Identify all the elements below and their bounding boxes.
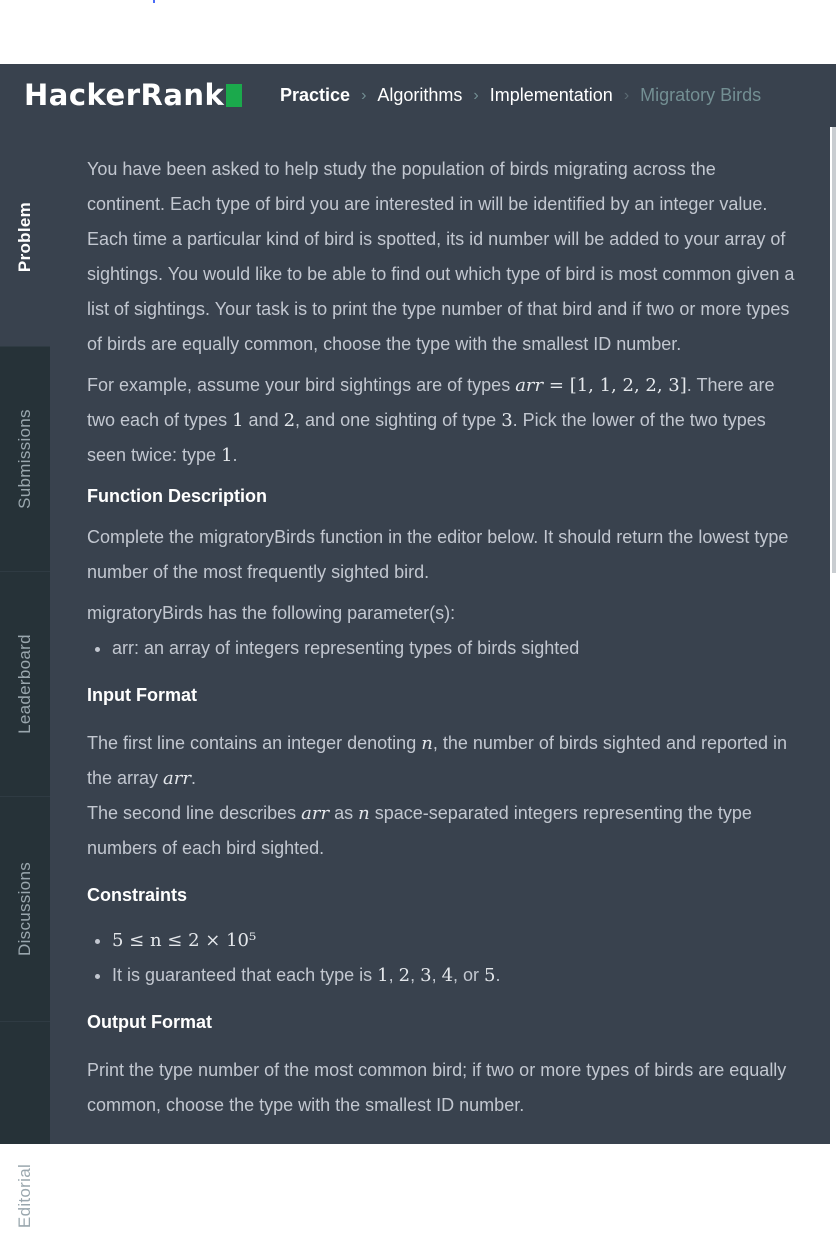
list-item: arr: an array of integers representing t… [112,631,797,666]
input-format-heading: Input Format [87,685,197,705]
constraint-text: . [495,965,501,985]
math-1: 1 [377,965,389,986]
breadcrumb-practice[interactable]: Practice [280,85,350,106]
tab-problem[interactable]: Problem [0,127,50,347]
tab-submissions-label: Submissions [15,408,34,509]
constraint-text: It is guaranteed that each type is [112,965,378,985]
constraint-text: , [388,965,399,985]
tab-leaderboard-label: Leaderboard [15,633,34,734]
constraints-heading: Constraints [87,885,188,905]
breadcrumb: Practice › Algorithms › Implementation ›… [280,64,761,127]
constraint-text: , [431,965,442,985]
tab-discussions[interactable]: Discussions [0,796,50,1022]
constraint-text: , or [453,965,485,985]
math-answer: 1 [221,445,233,466]
input-format-line-1: The first line contains an integer denot… [87,726,797,796]
chevron-right-icon: › [473,86,479,104]
math-3: 3 [501,410,513,431]
browser-top-strip [0,0,836,64]
math-arr: arr [301,803,330,824]
example-text: For example, assume your bird sightings … [87,375,516,395]
example-text: and [243,410,284,430]
math-eq: = [543,375,570,396]
math-3: 3 [420,965,432,986]
problem-statement-panel: You have been asked to help study the po… [50,127,830,1144]
problem-intro: You have been asked to help study the po… [87,159,795,354]
constraint-text: , [410,965,421,985]
math-arr: arr [163,768,191,789]
math-arr-value: [1, 1, 2, 2, 3] [569,375,687,396]
constraints-list: 5 ≤ n ≤ 2 × 10⁵ It is guaranteed that ea… [87,923,797,993]
input-text: The first line contains an integer denot… [87,733,422,753]
chevron-right-icon: › [623,86,630,104]
math-5: 5 [484,965,496,986]
logo-mark-icon [226,84,243,107]
problem-example: For example, assume your bird sightings … [87,368,797,473]
example-text: , and one sighting of type [295,410,502,430]
list-item: It is guaranteed that each type is 1, 2,… [112,958,797,993]
constraint-n-range: 5 ≤ n ≤ 2 × 10⁵ [112,930,257,951]
math-n: n [358,803,370,824]
input-text: as [329,803,359,823]
math-1: 1 [232,410,244,431]
scrollbar-thumb[interactable] [831,127,836,573]
input-text: . [191,768,197,788]
math-2: 2 [398,965,411,986]
tab-editorial[interactable]: Editorial [0,1021,50,1246]
math-2: 2 [283,410,296,431]
tab-discussions-label: Discussions [15,861,34,956]
math-n: n [421,733,433,754]
input-format-line-2: The second line describes arr as n space… [87,796,797,866]
function-description-heading: Function Description [87,486,267,506]
input-text: The second line describes [87,803,302,823]
params-intro: migratoryBirds has the following paramet… [87,603,456,623]
breadcrumb-algorithms[interactable]: Algorithms [377,85,462,106]
hackerrank-logo[interactable]: HackerRank [24,77,243,113]
problem-sidebar: Problem Submissions Leaderboard Discussi… [0,127,50,1228]
logo-text: HackerRank [24,78,225,112]
breadcrumb-migratory-birds: Migratory Birds [640,85,762,105]
breadcrumb-implementation[interactable]: Implementation [490,85,613,106]
tab-editorial-label: Editorial [15,1163,34,1228]
link-fragment [153,0,155,3]
example-text: . [232,445,238,465]
function-description-text: Complete the migratoryBirds function in … [87,527,789,582]
tab-leaderboard[interactable]: Leaderboard [0,571,50,797]
math-arr: arr [515,375,544,396]
params-list: arr: an array of integers representing t… [87,631,797,666]
tab-submissions[interactable]: Submissions [0,346,50,572]
list-item: 5 ≤ n ≤ 2 × 10⁵ [112,923,797,958]
math-4: 4 [441,965,454,986]
chevron-right-icon: › [361,86,367,104]
output-format-text: Print the type number of the most common… [87,1060,787,1115]
tab-problem-label: Problem [15,201,34,272]
top-navbar: HackerRank Practice › Algorithms › Imple… [0,64,836,127]
output-format-heading: Output Format [87,1012,212,1032]
